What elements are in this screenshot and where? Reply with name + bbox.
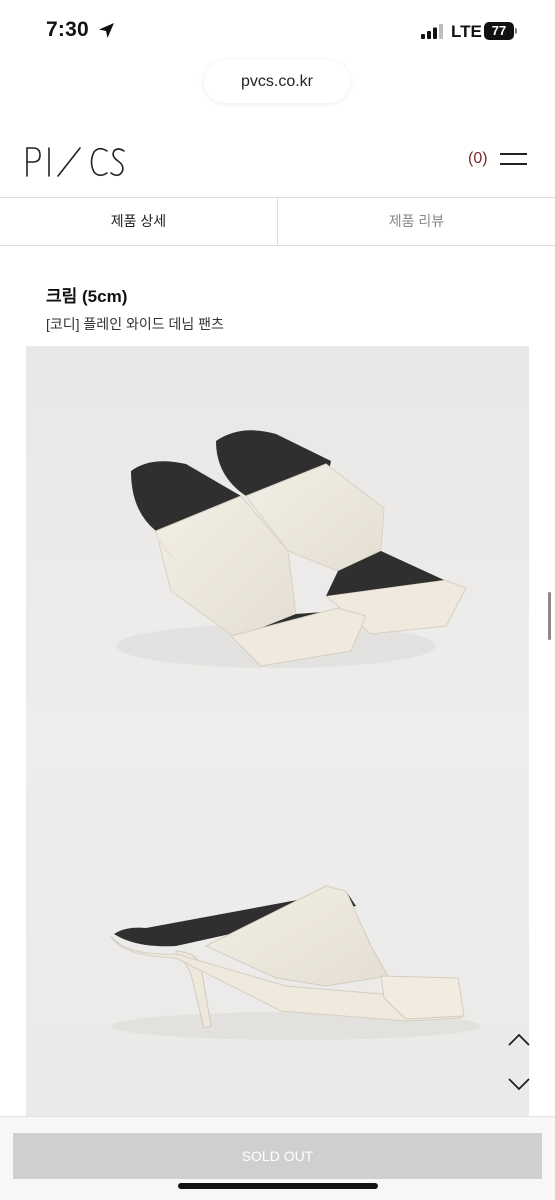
battery-icon: 77: [484, 22, 517, 40]
mule-pair-illustration: [116, 430, 467, 668]
url-bar[interactable]: pvcs.co.kr: [204, 60, 350, 103]
network-label: LTE: [451, 22, 482, 41]
scroll-indicator[interactable]: [548, 592, 551, 640]
battery-level: 77: [491, 23, 507, 38]
home-indicator[interactable]: [178, 1183, 378, 1189]
tab-product-detail[interactable]: 제품 상세: [0, 198, 278, 245]
pvcs-logo[interactable]: [25, 142, 127, 178]
product-image: [26, 346, 529, 1121]
product-tabs: 제품 상세 제품 리뷰: [0, 197, 555, 246]
sold-out-button[interactable]: SOLD OUT: [13, 1133, 542, 1179]
mule-side-illustration: [110, 885, 481, 1040]
url-text: pvcs.co.kr: [240, 73, 313, 90]
status-bar: 7:30 LTE 77: [0, 0, 555, 62]
signal-icon: [421, 24, 443, 39]
chevron-down-icon[interactable]: [506, 1074, 532, 1094]
chevron-up-icon[interactable]: [506, 1030, 532, 1050]
tab-product-review[interactable]: 제품 리뷰: [278, 198, 555, 245]
hamburger-menu-icon[interactable]: [500, 150, 528, 170]
color-option-title: 크림 (5cm): [46, 287, 128, 306]
location-arrow-icon: [99, 23, 114, 38]
coordi-caption: [코디] 플레인 와이드 데님 팬츠: [46, 316, 224, 332]
status-time: 7:30: [46, 18, 89, 41]
cart-count[interactable]: (0): [468, 150, 488, 168]
